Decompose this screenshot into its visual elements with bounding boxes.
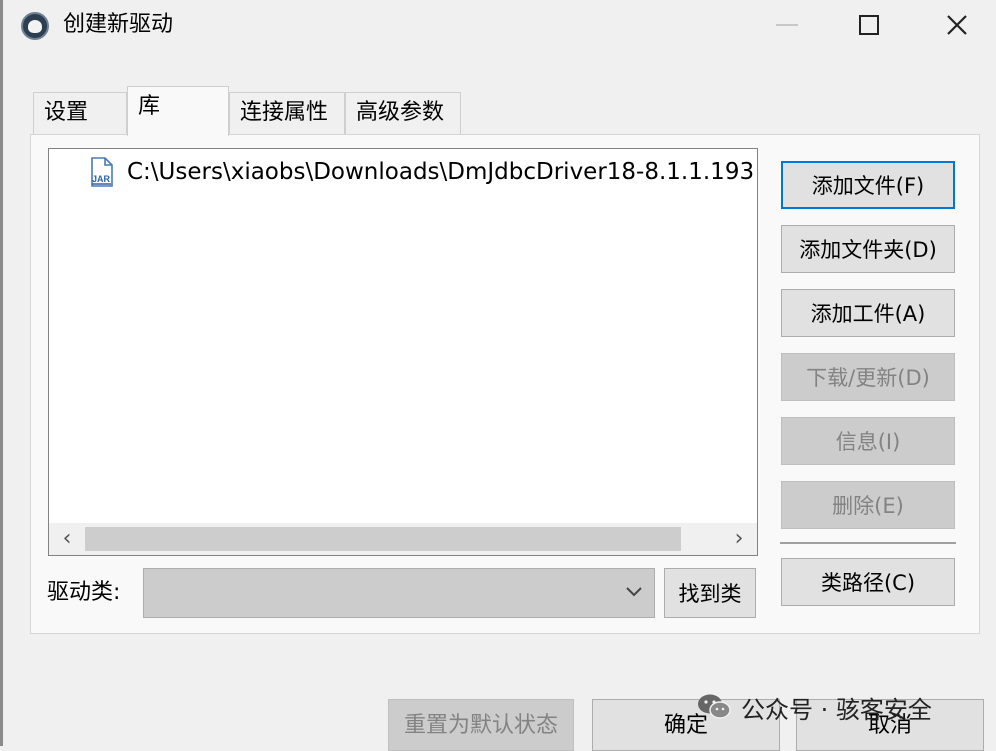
list-item[interactable]: JAR C:\Users\xiaobs\Downloads\DmJdbcDriv… <box>89 155 754 189</box>
jar-file-icon: JAR <box>89 157 115 187</box>
chevron-down-icon <box>626 587 642 597</box>
tab-connection-properties[interactable]: 连接属性 <box>229 92 345 134</box>
horizontal-scrollbar[interactable]: ‹ › <box>49 523 757 555</box>
svg-text:JAR: JAR <box>92 174 111 184</box>
reset-defaults-button[interactable]: 重置为默认状态 <box>388 699 574 751</box>
scroll-left-icon[interactable]: ‹ <box>51 523 83 555</box>
minimize-icon <box>776 24 798 26</box>
maximize-icon <box>859 15 879 35</box>
create-driver-dialog: 创建新驱动 设置 库 连接属性 高级参数 JAR C:\Users\xiaobs… <box>0 0 996 751</box>
add-artifact-button[interactable]: 添加工件(A) <box>781 289 955 337</box>
tab-advanced-parameters[interactable]: 高级参数 <box>345 92 461 134</box>
window-title: 创建新驱动 <box>63 12 174 37</box>
tab-libraries[interactable]: 库 <box>127 86 229 136</box>
delete-button[interactable]: 删除(E) <box>781 481 955 529</box>
title-bar[interactable]: 创建新驱动 <box>3 0 996 52</box>
jar-path-text: C:\Users\xiaobs\Downloads\DmJdbcDriver18… <box>127 159 755 185</box>
watermark-text: 公众号 · 骇客安全 <box>741 695 932 724</box>
tab-settings[interactable]: 设置 <box>33 92 127 134</box>
dbeaver-beaver-icon <box>21 12 49 40</box>
wechat-icon <box>697 693 731 721</box>
classpath-button[interactable]: 类路径(C) <box>781 558 955 606</box>
find-class-button[interactable]: 找到类 <box>664 568 756 618</box>
close-icon <box>947 15 967 35</box>
maximize-button[interactable] <box>829 0 909 50</box>
separator <box>780 542 956 544</box>
library-list[interactable]: JAR C:\Users\xiaobs\Downloads\DmJdbcDriv… <box>48 148 758 556</box>
add-folder-button[interactable]: 添加文件夹(D) <box>781 225 955 273</box>
scrollbar-thumb[interactable] <box>85 527 681 551</box>
driver-class-select[interactable] <box>143 568 655 618</box>
info-button[interactable]: 信息(I) <box>781 417 955 465</box>
watermark: 公众号 · 骇客安全 <box>697 690 932 724</box>
driver-class-label: 驱动类: <box>47 580 121 605</box>
minimize-button[interactable] <box>747 0 827 50</box>
add-file-button[interactable]: 添加文件(F) <box>781 161 955 209</box>
download-update-button[interactable]: 下载/更新(D) <box>781 353 955 401</box>
scroll-right-icon[interactable]: › <box>723 523 755 555</box>
close-button[interactable] <box>917 0 996 50</box>
